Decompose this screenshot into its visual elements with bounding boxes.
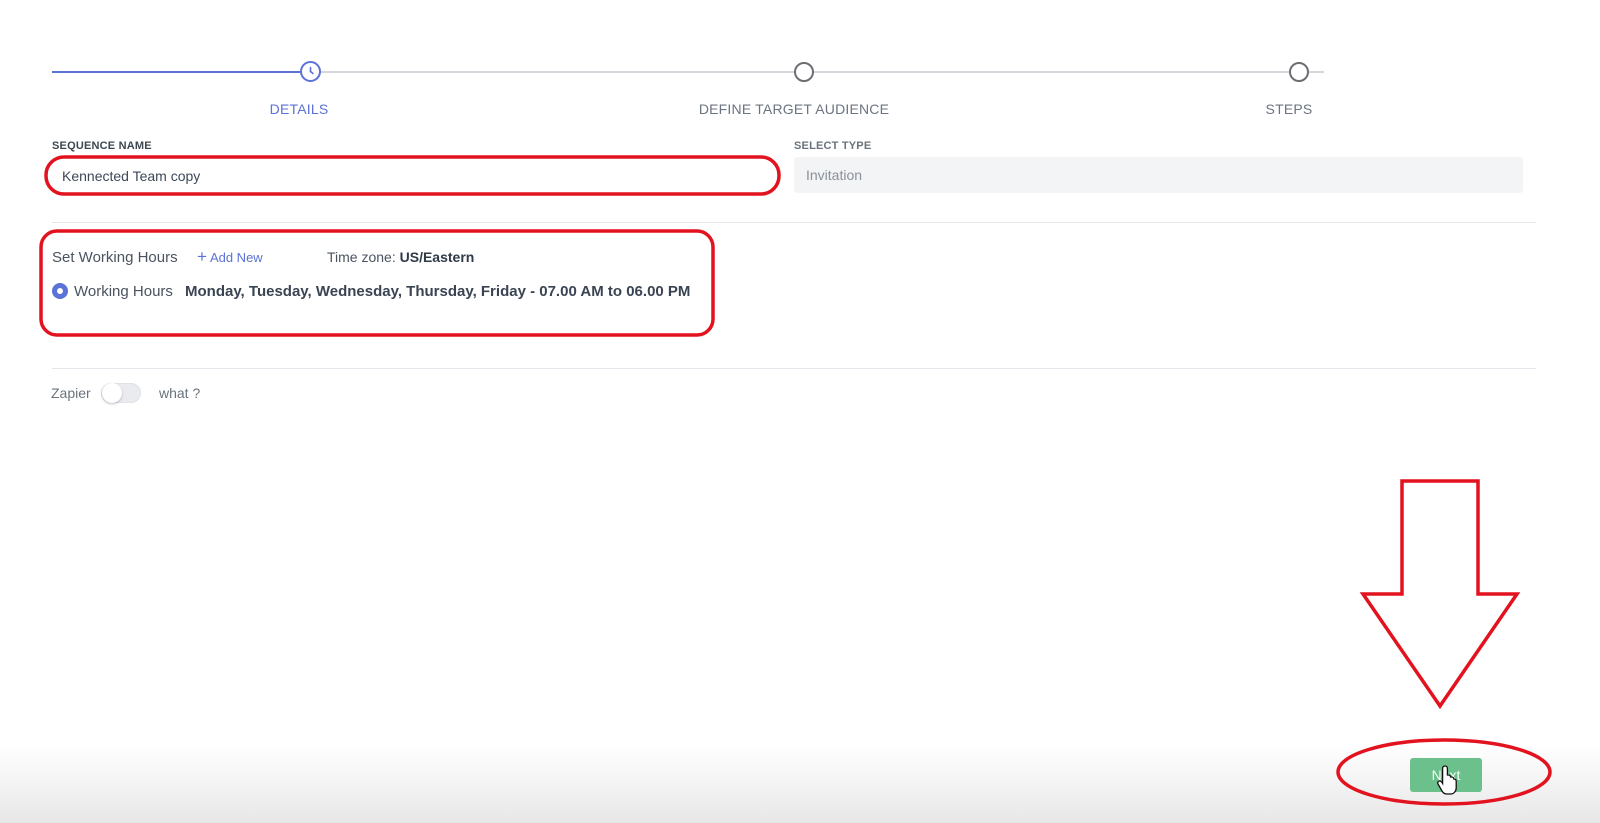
progress-stepper: DETAILS DEFINE TARGET AUDIENCE STEPS xyxy=(0,0,1600,130)
add-new-button[interactable]: + Add New xyxy=(197,247,263,267)
timezone: Time zone: US/Eastern xyxy=(327,249,474,265)
timezone-value: US/Eastern xyxy=(399,249,475,265)
next-button[interactable]: Next xyxy=(1410,758,1482,792)
stepper-track-pending xyxy=(316,71,1324,73)
step-node-details[interactable] xyxy=(300,61,321,82)
divider xyxy=(52,368,1536,369)
divider xyxy=(52,222,1536,223)
add-new-label: Add New xyxy=(209,250,263,265)
working-hours-option-name[interactable]: Working Hours xyxy=(74,283,173,300)
sequence-name-label: SEQUENCE NAME xyxy=(52,140,152,152)
plus-icon: + xyxy=(197,247,207,266)
timezone-prefix: Time zone: xyxy=(327,249,396,265)
zapier-toggle[interactable] xyxy=(101,383,141,403)
working-hours-title: Set Working Hours xyxy=(52,249,178,266)
working-hours-option-detail: Monday, Tuesday, Wednesday, Thursday, Fr… xyxy=(185,283,691,300)
step-label-details[interactable]: DETAILS xyxy=(270,101,329,117)
annotation-arrow-down xyxy=(1359,479,1521,710)
step-label-steps[interactable]: STEPS xyxy=(1266,101,1313,117)
clock-icon xyxy=(309,66,314,75)
select-type-label: SELECT TYPE xyxy=(794,140,872,152)
toggle-knob xyxy=(102,383,122,403)
footer-bar xyxy=(0,745,1600,823)
zapier-label: Zapier xyxy=(51,385,91,401)
step-node-steps[interactable] xyxy=(1289,62,1309,82)
zapier-help-link[interactable]: what ? xyxy=(159,385,200,401)
working-hours-radio[interactable] xyxy=(52,283,68,299)
step-node-define-target-audience[interactable] xyxy=(794,62,814,82)
step-label-define-target-audience[interactable]: DEFINE TARGET AUDIENCE xyxy=(699,101,889,117)
select-type-dropdown[interactable]: Invitation xyxy=(794,157,1523,193)
sequence-name-input[interactable] xyxy=(52,160,774,192)
stepper-track-completed xyxy=(52,71,316,73)
